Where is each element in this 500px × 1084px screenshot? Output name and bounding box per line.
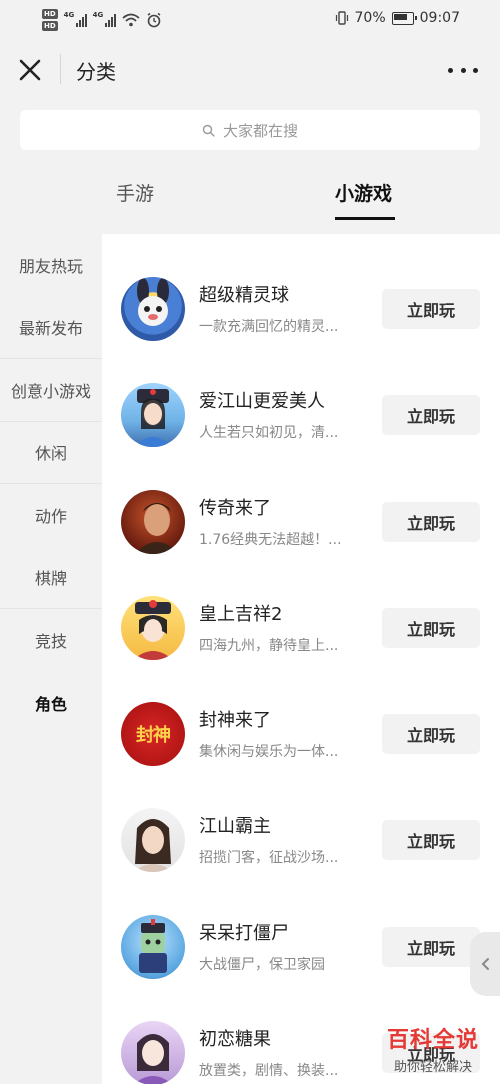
tab-mobile-games[interactable]: 手游 xyxy=(116,179,154,206)
watermark-title: 百科全说 xyxy=(386,1028,479,1053)
more-icon-dot xyxy=(473,67,478,73)
alarm-icon xyxy=(147,12,161,28)
list-item[interactable]: 传奇来了 1.76经典无法超越！... 立即玩 xyxy=(102,469,500,575)
tab-bar: 手游 小游戏 xyxy=(0,165,500,225)
battery-icon xyxy=(391,11,417,25)
vibrate-icon xyxy=(335,11,348,25)
game-description: 人生若只如初见，清... xyxy=(199,425,339,442)
game-icon xyxy=(121,489,185,554)
battery-percent: 70% xyxy=(354,10,386,26)
game-description: 集休闲与娱乐为一体... xyxy=(199,744,339,761)
tab-active-indicator xyxy=(335,217,395,220)
sidebar-item-board-card[interactable]: 棋牌 xyxy=(0,547,102,609)
game-icon xyxy=(121,914,185,979)
list-item[interactable]: 皇上吉祥2 四海九州，静待皇上... 立即玩 xyxy=(102,575,500,681)
game-description: 四海九州，静待皇上... xyxy=(199,637,339,654)
hd-badges: HD HD xyxy=(42,9,58,31)
game-name: 呆呆打僵尸 xyxy=(199,922,289,944)
play-now-button[interactable]: 立即玩 xyxy=(382,289,480,329)
list-item[interactable]: 爱江山更爱美人 人生若只如初见，清... 立即玩 xyxy=(102,362,500,468)
game-description: 1.76经典无法超越！... xyxy=(199,531,342,548)
watermark: 百科全说 助你轻松解决 xyxy=(377,1022,489,1075)
sidebar-item-new-releases[interactable]: 最新发布 xyxy=(0,297,102,359)
category-sidebar: 朋友热玩 最新发布 创意小游戏 休闲 动作 棋牌 竞技 角色 xyxy=(0,234,102,1084)
game-name: 传奇来了 xyxy=(199,497,271,519)
signal-icon: 4G xyxy=(63,11,87,27)
game-icon xyxy=(121,808,185,873)
game-name: 爱江山更爱美人 xyxy=(199,391,325,413)
close-button[interactable] xyxy=(16,56,44,84)
status-bar-left: HD HD 4G 4G xyxy=(42,6,162,34)
game-description: 放置类，剧情、换装... xyxy=(199,1063,339,1080)
list-item[interactable]: 呆呆打僵尸 大战僵尸，保卫家园 立即玩 xyxy=(102,894,500,1000)
wifi-icon xyxy=(122,13,140,27)
chevron-left-icon xyxy=(481,958,489,970)
hd-badge-bottom: HD xyxy=(42,21,58,31)
game-description: 大战僵尸，保卫家园 xyxy=(199,956,325,973)
network-type-2: 4G xyxy=(92,11,104,19)
game-name: 江山霸主 xyxy=(199,816,271,838)
sidebar-item-friends-playing[interactable]: 朋友热玩 xyxy=(0,234,102,297)
search-placeholder: 大家都在搜 xyxy=(222,121,298,140)
app-screen: HD HD 4G 4G 70% 09:07 分类 大家都在搜 手游 小游戏 朋友… xyxy=(0,0,500,1084)
page-title: 分类 xyxy=(76,60,116,84)
sidebar-item-creative[interactable]: 创意小游戏 xyxy=(0,359,102,422)
search-icon xyxy=(202,124,215,137)
game-name: 皇上吉祥2 xyxy=(199,603,283,625)
play-now-button[interactable]: 立即玩 xyxy=(382,501,480,542)
sidebar-item-role-playing[interactable]: 角色 xyxy=(0,672,102,735)
more-icon-dot xyxy=(448,67,453,73)
more-button[interactable] xyxy=(448,58,478,82)
search-input[interactable]: 大家都在搜 xyxy=(20,110,480,150)
status-time: 09:07 xyxy=(419,10,460,26)
status-bar: HD HD 4G 4G 70% 09:07 xyxy=(0,0,500,40)
network-type-1: 4G xyxy=(63,11,75,19)
nav-divider xyxy=(60,54,61,84)
close-icon xyxy=(19,59,41,81)
game-icon-text: 封神 xyxy=(136,725,171,747)
play-now-button[interactable]: 立即玩 xyxy=(382,607,480,648)
game-icon xyxy=(121,277,185,341)
hd-badge-top: HD xyxy=(42,9,58,19)
sidebar-item-casual[interactable]: 休闲 xyxy=(0,422,102,484)
game-description: 招揽门客，征战沙场... xyxy=(199,850,339,867)
game-name: 初恋糖果 xyxy=(199,1029,271,1051)
play-now-button[interactable]: 立即玩 xyxy=(382,820,480,861)
list-item[interactable]: 江山霸主 招揽门客，征战沙场... 立即玩 xyxy=(102,787,500,893)
signal-icon-2: 4G xyxy=(92,11,116,27)
watermark-subtitle: 助你轻松解决 xyxy=(393,1060,472,1075)
game-name: 超级精灵球 xyxy=(199,285,289,306)
game-icon: 封神 xyxy=(121,702,185,767)
tab-mini-games[interactable]: 小游戏 xyxy=(335,179,392,206)
sidebar-item-competitive[interactable]: 竞技 xyxy=(0,609,102,672)
top-nav: 分类 xyxy=(0,40,500,100)
play-now-button[interactable]: 立即玩 xyxy=(382,714,480,755)
more-icon-dot xyxy=(460,67,466,73)
game-icon xyxy=(121,595,185,660)
status-bar-right: 70% 09:07 xyxy=(335,10,460,26)
sidebar-item-action[interactable]: 动作 xyxy=(0,484,102,547)
game-icon xyxy=(121,383,185,448)
floating-side-handle[interactable] xyxy=(470,932,500,996)
play-now-button[interactable]: 立即玩 xyxy=(382,395,480,436)
list-item[interactable]: 封神 封神来了 集休闲与娱乐为一体... 立即玩 xyxy=(102,681,500,787)
list-item[interactable]: 超级精灵球 一款充满回忆的精灵... 立即玩 xyxy=(102,256,500,362)
game-name: 封神来了 xyxy=(199,710,271,732)
play-now-button[interactable]: 立即玩 xyxy=(382,926,480,967)
game-icon xyxy=(121,1021,185,1084)
game-list: 超级精灵球 一款充满回忆的精灵... 立即玩 爱江山更爱美人 人生若只如初见，清… xyxy=(102,234,500,1084)
game-description: 一款充满回忆的精灵... xyxy=(199,319,339,335)
